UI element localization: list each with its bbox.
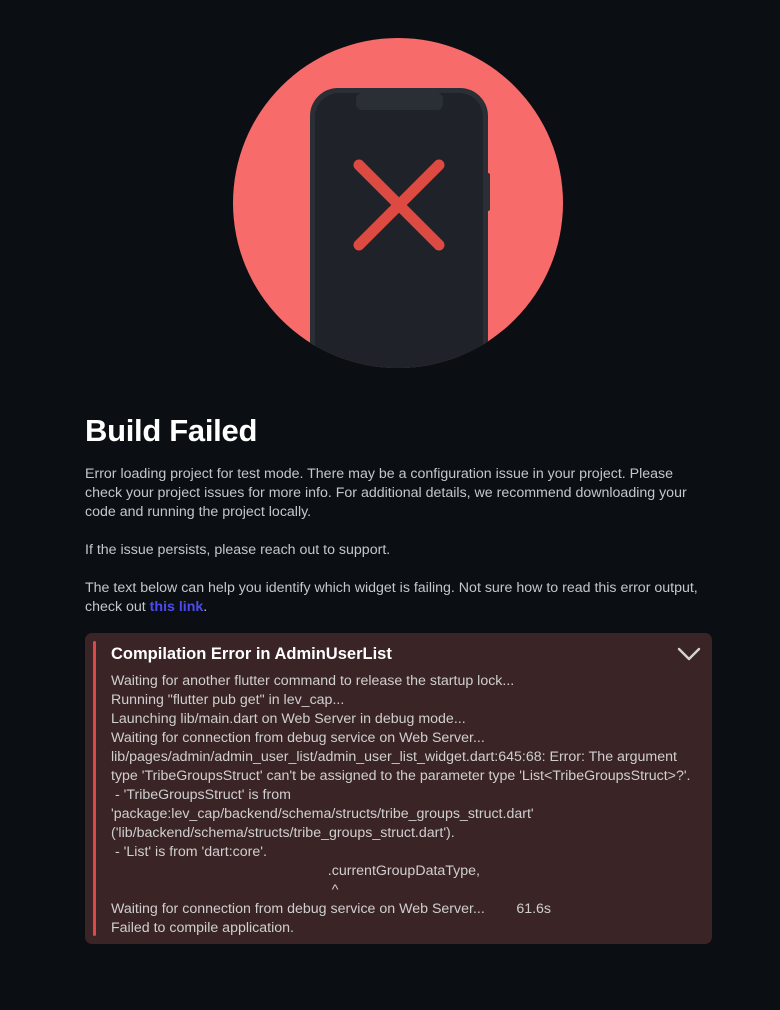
error-title: Compilation Error in AdminUserList bbox=[111, 645, 392, 663]
error-log: Waiting for another flutter command to r… bbox=[111, 673, 691, 936]
help-link[interactable]: this link bbox=[150, 599, 204, 615]
build-failed-page: Build Failed Error loading project for t… bbox=[0, 0, 780, 1010]
error-accent-bar bbox=[93, 641, 96, 936]
page-title: Build Failed bbox=[85, 413, 258, 448]
main-content: Build Failed Error loading project for t… bbox=[85, 412, 712, 617]
chevron-down-icon[interactable] bbox=[676, 641, 702, 667]
support-note: If the issue persists, please reach out … bbox=[85, 542, 391, 558]
compilation-error-panel: Compilation Error in AdminUserList Waiti… bbox=[85, 633, 712, 944]
phone-side-button bbox=[485, 173, 490, 211]
help-note: The text below can help you identify whi… bbox=[85, 579, 712, 617]
phone-notch bbox=[356, 93, 443, 110]
phone-with-x-icon bbox=[233, 38, 563, 368]
help-note-end: . bbox=[203, 599, 208, 615]
error-description: Error loading project for test mode. The… bbox=[85, 466, 687, 520]
